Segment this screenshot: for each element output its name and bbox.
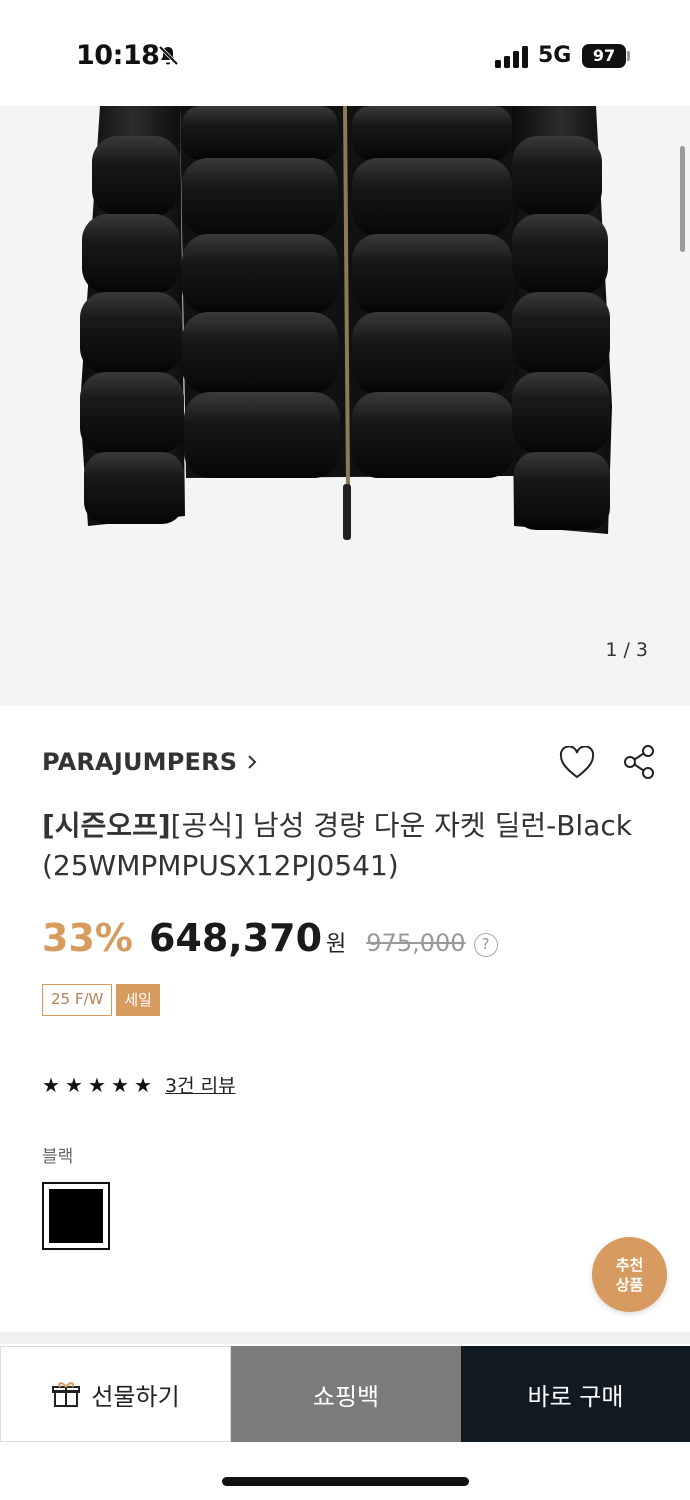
bottom-action-bar: 선물하기 쇼핑백 바로 구매: [0, 1346, 690, 1442]
star-icon: ★: [65, 1072, 83, 1097]
color-swatch-black[interactable]: [42, 1182, 110, 1250]
review-link[interactable]: 3건 리뷰: [165, 1071, 236, 1098]
status-time: 10:18: [76, 40, 160, 71]
discount-rate: 33%: [42, 916, 133, 960]
gallery-counter: 1 / 3: [605, 639, 648, 661]
rating-row: ★ ★ ★ ★ ★ 3건 리뷰: [42, 1071, 236, 1098]
recommend-label-line2: 상품: [615, 1275, 644, 1294]
price-help-icon[interactable]: ?: [473, 933, 498, 957]
color-label: 블랙: [42, 1147, 74, 1167]
brand-link[interactable]: PARAJUMPERS: [42, 748, 259, 776]
sale-badge: 세일: [116, 984, 160, 1016]
recommend-label-line1: 추천: [615, 1255, 644, 1274]
star-icon: ★: [42, 1072, 60, 1097]
share-icon[interactable]: [622, 744, 656, 780]
gallery-scrollbar[interactable]: [680, 146, 685, 252]
star-icon: ★: [111, 1072, 129, 1097]
network-label: 5G: [538, 43, 572, 68]
product-image-gallery[interactable]: 1 / 3: [0, 106, 690, 706]
season-badge: 25 F/W: [42, 984, 113, 1016]
chevron-right-icon: [248, 755, 257, 769]
star-icon: ★: [88, 1072, 106, 1097]
buy-now-button[interactable]: 바로 구매: [461, 1346, 690, 1442]
product-title: [시즌오프][공식] 남성 경량 다운 자켓 딜런-Black (25WMPMP…: [42, 806, 662, 886]
heart-icon[interactable]: [559, 746, 595, 780]
section-divider: [0, 1332, 690, 1344]
price-row: 33% 648,370 원 975,000 ?: [42, 916, 498, 960]
sale-price: 648,370: [148, 916, 323, 960]
battery-indicator: 97: [582, 44, 626, 68]
bell-slash-icon: [158, 45, 179, 66]
gift-icon: [52, 1382, 81, 1407]
product-title-tag: [시즌오프]: [42, 809, 171, 842]
shopping-bag-button[interactable]: 쇼핑백: [231, 1346, 461, 1442]
gift-button[interactable]: 선물하기: [0, 1346, 231, 1442]
product-badges: 25 F/W 세일: [42, 984, 160, 1016]
brand-name: PARAJUMPERS: [42, 748, 238, 776]
color-swatch-fill: [49, 1189, 103, 1243]
star-icon: ★: [134, 1072, 152, 1097]
home-indicator[interactable]: [222, 1477, 469, 1486]
battery-tip: [627, 51, 630, 61]
recommend-button[interactable]: 추천 상품: [592, 1237, 667, 1312]
original-price: 975,000: [366, 929, 466, 957]
signal-icon: [495, 46, 528, 68]
gift-button-label: 선물하기: [91, 1382, 180, 1411]
product-image-jacket: [80, 106, 612, 540]
currency-label: 원: [326, 932, 347, 957]
status-bar: 10:18 5G 97: [0, 0, 690, 106]
